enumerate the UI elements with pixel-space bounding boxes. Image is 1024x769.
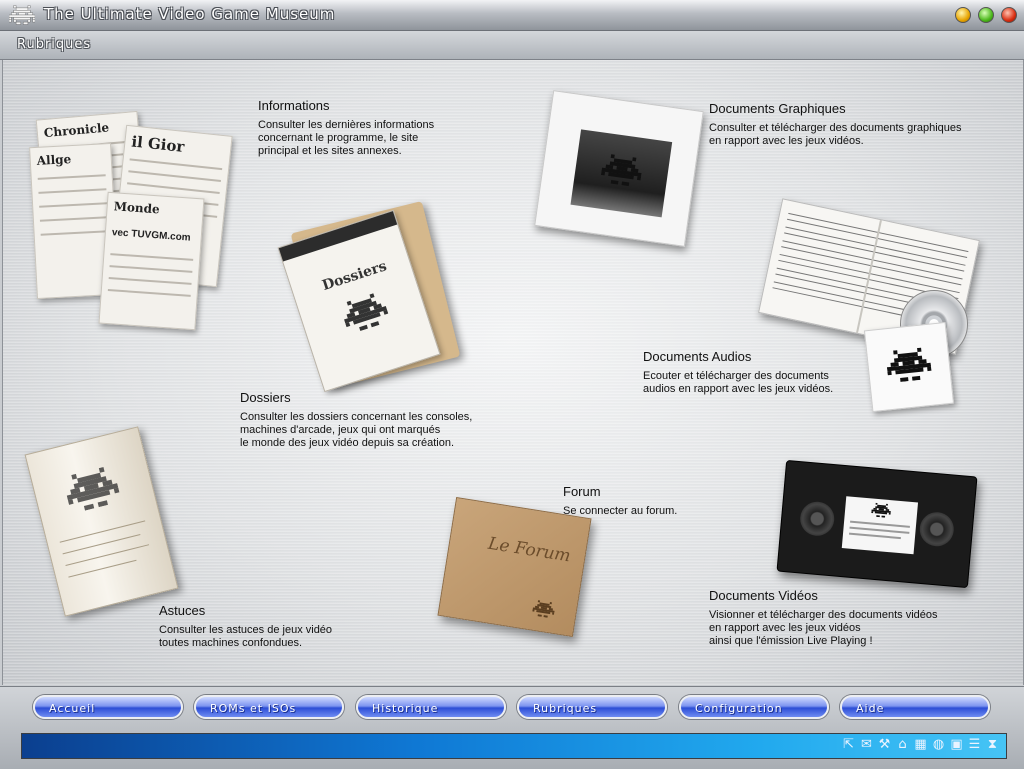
tray-icons: ⇱ ✉ ⚒ ⌂ ▦ ◍ ▣ ☰ ⧗ [841,737,1000,753]
main-panel: Chronicle Allge il Gior Monde vec TUVGM.… [2,60,1024,685]
section-header: Rubriques [0,31,1024,60]
globe-icon[interactable]: ◍ [931,737,946,753]
cursor-icon[interactable]: ⇱ [841,737,856,753]
newspaper-subheadline: vec TUVGM.com [111,227,191,244]
nav-historique-button[interactable]: Historique [356,695,506,719]
dossiers-image[interactable]: Dossiers [277,201,461,395]
list-icon[interactable]: ☰ [967,737,982,753]
nav-configuration-button[interactable]: Configuration [679,695,829,719]
nav-roms-button[interactable]: ROMs et ISOs [194,695,344,719]
astuces-item[interactable]: Astuces Consulter les astuces de jeux vi… [159,603,332,650]
dossiers-label: Dossiers [320,258,389,295]
minimize-button[interactable] [955,7,971,23]
newspaper-headline: Monde [113,199,161,217]
newspaper-headline: Chronicle [43,120,110,141]
invader-icon [532,600,555,618]
title-bar: The Ultimate Video Game Museum [0,0,1024,31]
dossiers-item[interactable]: Dossiers Consulter les dossiers concerna… [240,390,472,450]
invader-icon [886,347,932,382]
forum-book-title: Le Forum [486,533,572,567]
dossiers-desc: Consulter les dossiers concernant les co… [240,411,473,449]
close-button[interactable] [1001,7,1017,23]
informations-desc: Consulter les dernières informations con… [258,119,435,157]
docs-graphiques-image[interactable] [534,90,704,247]
nav-accueil-button[interactable]: Accueil [33,695,183,719]
astuces-title[interactable]: Astuces [159,603,332,618]
forum-desc: Se connecter au forum. [563,505,678,517]
invader-icon [600,154,642,187]
informations-title[interactable]: Informations [258,98,434,113]
maximize-button[interactable] [978,7,994,23]
tools-icon[interactable]: ⚒ [877,737,892,753]
lock-icon[interactable]: ⌂ [895,737,910,753]
invader-logo-icon [9,5,35,25]
dossiers-title[interactable]: Dossiers [240,390,472,405]
astuces-desc: Consulter les astuces de jeux vidéo tout… [159,624,333,649]
invader-icon [343,293,389,332]
newspaper-headline: Allge [36,152,72,168]
grid-icon[interactable]: ▦ [913,737,928,753]
invader-icon [66,467,120,511]
docs-videos-item[interactable]: Documents Vidéos Visionner et télécharge… [709,588,938,648]
docs-audios-item[interactable]: Documents Audios Ecouter et télécharger … [643,349,833,396]
docs-videos-desc: Visionner et télécharger des documents v… [709,609,938,647]
section-title: Rubriques [17,37,92,52]
forum-title[interactable]: Forum [563,484,677,499]
bottom-navigation: Accueil ROMs et ISOs Historique Rubrique… [0,686,1024,769]
docs-videos-title[interactable]: Documents Vidéos [709,588,938,603]
astuces-image[interactable] [24,426,179,617]
informations-image[interactable]: Chronicle Allge il Gior Monde vec TUVGM.… [29,105,243,331]
forum-item[interactable]: Forum Se connecter au forum. [563,484,677,518]
chat-icon[interactable]: ✉ [859,737,874,753]
docs-graphiques-desc: Consulter et télécharger des documents g… [709,122,962,147]
docs-audios-desc: Ecouter et télécharger des documents aud… [643,370,834,395]
window-icon[interactable]: ▣ [949,737,964,753]
nav-aide-button[interactable]: Aide [840,695,990,719]
newspaper-headline: il Gior [130,132,186,156]
window-title: The Ultimate Video Game Museum [44,5,336,23]
docs-videos-image[interactable] [776,459,978,589]
informations-item[interactable]: Informations Consulter les dernières inf… [258,98,434,158]
invader-icon [871,502,891,518]
docs-graphiques-title[interactable]: Documents Graphiques [709,101,962,116]
status-bar: ⇱ ✉ ⚒ ⌂ ▦ ◍ ▣ ☰ ⧗ [21,733,1007,759]
hourglass-icon[interactable]: ⧗ [985,737,1000,753]
docs-audios-title[interactable]: Documents Audios [643,349,833,364]
forum-image[interactable]: Le Forum [437,497,592,637]
docs-graphiques-item[interactable]: Documents Graphiques Consulter et téléch… [709,101,962,148]
nav-rubriques-button[interactable]: Rubriques [517,695,667,719]
